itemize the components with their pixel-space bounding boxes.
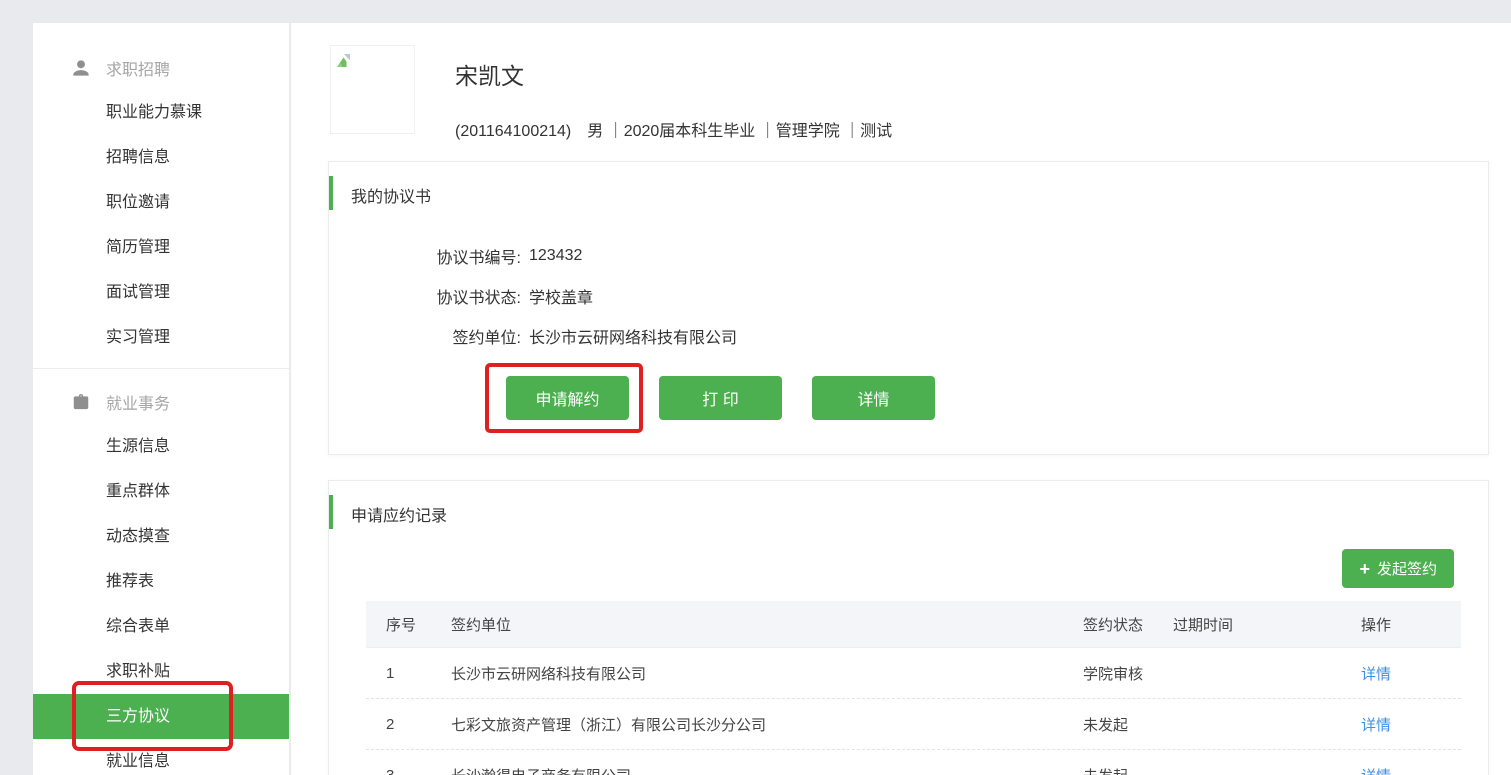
row-detail-link[interactable]: 详情 bbox=[1361, 714, 1461, 735]
sidebar-item-student-source-info[interactable]: 生源信息 bbox=[33, 424, 289, 469]
sidebar-item-internship-management[interactable]: 实习管理 bbox=[33, 315, 289, 360]
table-row: 1 长沙市云研网络科技有限公司 学院审核 详情 bbox=[366, 648, 1461, 699]
green-accent-bar bbox=[329, 495, 333, 529]
sidebar-section-employment-affairs[interactable]: 就业事务 bbox=[33, 379, 289, 424]
my-agreement-card: 我的协议书 协议书编号: 123432 协议书状态: 学校盖章 签约单位: 长沙… bbox=[328, 161, 1489, 455]
briefcase-icon bbox=[70, 391, 92, 413]
cell-status: 未发起 bbox=[1083, 765, 1173, 775]
sidebar-item-employment-info[interactable]: 就业信息 bbox=[33, 739, 289, 775]
field-value: 123432 bbox=[529, 247, 582, 265]
agreement-detail-button[interactable]: 详情 bbox=[812, 376, 935, 420]
my-agreement-title-row: 我的协议书 bbox=[329, 162, 1488, 207]
sign-records-card: 申请应约记录 + 发起签约 序号 签约单位 签约状态 过期时间 操作 1 长沙市… bbox=[328, 480, 1489, 775]
field-value: 学校盖章 bbox=[529, 284, 593, 308]
col-header-expire: 过期时间 bbox=[1173, 614, 1361, 635]
sidebar-item-tripartite-agreement[interactable]: 三方协议 bbox=[33, 694, 289, 739]
sidebar-item-key-groups[interactable]: 重点群体 bbox=[33, 469, 289, 514]
print-button[interactable]: 打 印 bbox=[659, 376, 782, 420]
sidebar-item-recommendation-form[interactable]: 推荐表 bbox=[33, 559, 289, 604]
sidebar-section-label: 就业事务 bbox=[106, 390, 170, 414]
table-header-row: 序号 签约单位 签约状态 过期时间 操作 bbox=[366, 601, 1461, 648]
row-detail-link[interactable]: 详情 bbox=[1361, 765, 1461, 775]
my-agreement-title: 我的协议书 bbox=[351, 189, 431, 206]
terminate-agreement-button[interactable]: 申请解约 bbox=[506, 376, 629, 420]
cell-company: 长沙瀚得电子商务有限公司 bbox=[451, 765, 1083, 775]
col-header-company: 签约单位 bbox=[451, 614, 1083, 635]
sidebar-item-interview-management[interactable]: 面试管理 bbox=[33, 270, 289, 315]
col-header-action: 操作 bbox=[1361, 614, 1461, 635]
cell-company: 长沙市云研网络科技有限公司 bbox=[451, 663, 1083, 684]
main-content: 宋凯文 (201164100214) 男 ｜2020届本科生毕业 ｜管理学院 ｜… bbox=[291, 23, 1511, 775]
broken-image-icon bbox=[335, 51, 353, 70]
profile-avatar bbox=[330, 45, 415, 134]
field-value: 长沙市云研网络科技有限公司 bbox=[529, 324, 737, 348]
sidebar: 求职招聘 职业能力慕课 招聘信息 职位邀请 简历管理 面试管理 实习管理 就业事… bbox=[33, 23, 290, 775]
cell-index: 2 bbox=[386, 716, 451, 733]
create-sign-button[interactable]: + 发起签约 bbox=[1342, 549, 1454, 588]
field-signing-company: 签约单位: 长沙市云研网络科技有限公司 bbox=[329, 316, 1488, 356]
app-root: 求职招聘 职业能力慕课 招聘信息 职位邀请 简历管理 面试管理 实习管理 就业事… bbox=[0, 0, 1511, 775]
sidebar-item-career-mooc[interactable]: 职业能力慕课 bbox=[33, 90, 289, 135]
sidebar-section-job-recruitment[interactable]: 求职招聘 bbox=[33, 45, 289, 90]
field-label: 协议书编号: bbox=[329, 244, 521, 268]
user-icon bbox=[70, 57, 92, 79]
agreement-button-row: 申请解约 打 印 详情 bbox=[506, 376, 935, 420]
field-label: 协议书状态: bbox=[329, 284, 521, 308]
cell-index: 3 bbox=[386, 767, 451, 775]
agreement-fields: 协议书编号: 123432 协议书状态: 学校盖章 签约单位: 长沙市云研网络科… bbox=[329, 236, 1488, 356]
sidebar-section-label: 求职招聘 bbox=[106, 56, 170, 80]
create-sign-label: 发起签约 bbox=[1377, 558, 1437, 579]
sign-records-title-row: 申请应约记录 bbox=[329, 481, 1488, 526]
field-agreement-number: 协议书编号: 123432 bbox=[329, 236, 1488, 276]
cell-company: 七彩文旅资产管理（浙江）有限公司长沙分公司 bbox=[451, 714, 1083, 735]
sidebar-item-job-invitation[interactable]: 职位邀请 bbox=[33, 180, 289, 225]
row-detail-link[interactable]: 详情 bbox=[1361, 663, 1461, 684]
cell-index: 1 bbox=[386, 665, 451, 682]
green-accent-bar bbox=[329, 176, 333, 210]
sidebar-item-comprehensive-forms[interactable]: 综合表单 bbox=[33, 604, 289, 649]
sidebar-item-resume-management[interactable]: 简历管理 bbox=[33, 225, 289, 270]
col-header-status: 签约状态 bbox=[1083, 614, 1173, 635]
student-meta: (201164100214) 男 ｜2020届本科生毕业 ｜管理学院 ｜测试 bbox=[455, 117, 892, 141]
cell-status: 学院审核 bbox=[1083, 663, 1173, 684]
field-label: 签约单位: bbox=[329, 324, 521, 348]
table-row: 2 七彩文旅资产管理（浙江）有限公司长沙分公司 未发起 详情 bbox=[366, 699, 1461, 750]
sign-records-title: 申请应约记录 bbox=[351, 508, 447, 525]
field-agreement-status: 协议书状态: 学校盖章 bbox=[329, 276, 1488, 316]
plus-icon: + bbox=[1359, 560, 1370, 578]
sign-records-table: 序号 签约单位 签约状态 过期时间 操作 1 长沙市云研网络科技有限公司 学院审… bbox=[366, 601, 1461, 775]
cell-status: 未发起 bbox=[1083, 714, 1173, 735]
sidebar-item-dynamic-survey[interactable]: 动态摸查 bbox=[33, 514, 289, 559]
sidebar-item-job-subsidy[interactable]: 求职补贴 bbox=[33, 649, 289, 694]
sidebar-item-recruitment-info[interactable]: 招聘信息 bbox=[33, 135, 289, 180]
col-header-index: 序号 bbox=[386, 614, 451, 635]
table-row: 3 长沙瀚得电子商务有限公司 未发起 详情 bbox=[366, 750, 1461, 775]
sidebar-divider bbox=[33, 368, 289, 369]
student-name: 宋凯文 bbox=[455, 57, 524, 91]
